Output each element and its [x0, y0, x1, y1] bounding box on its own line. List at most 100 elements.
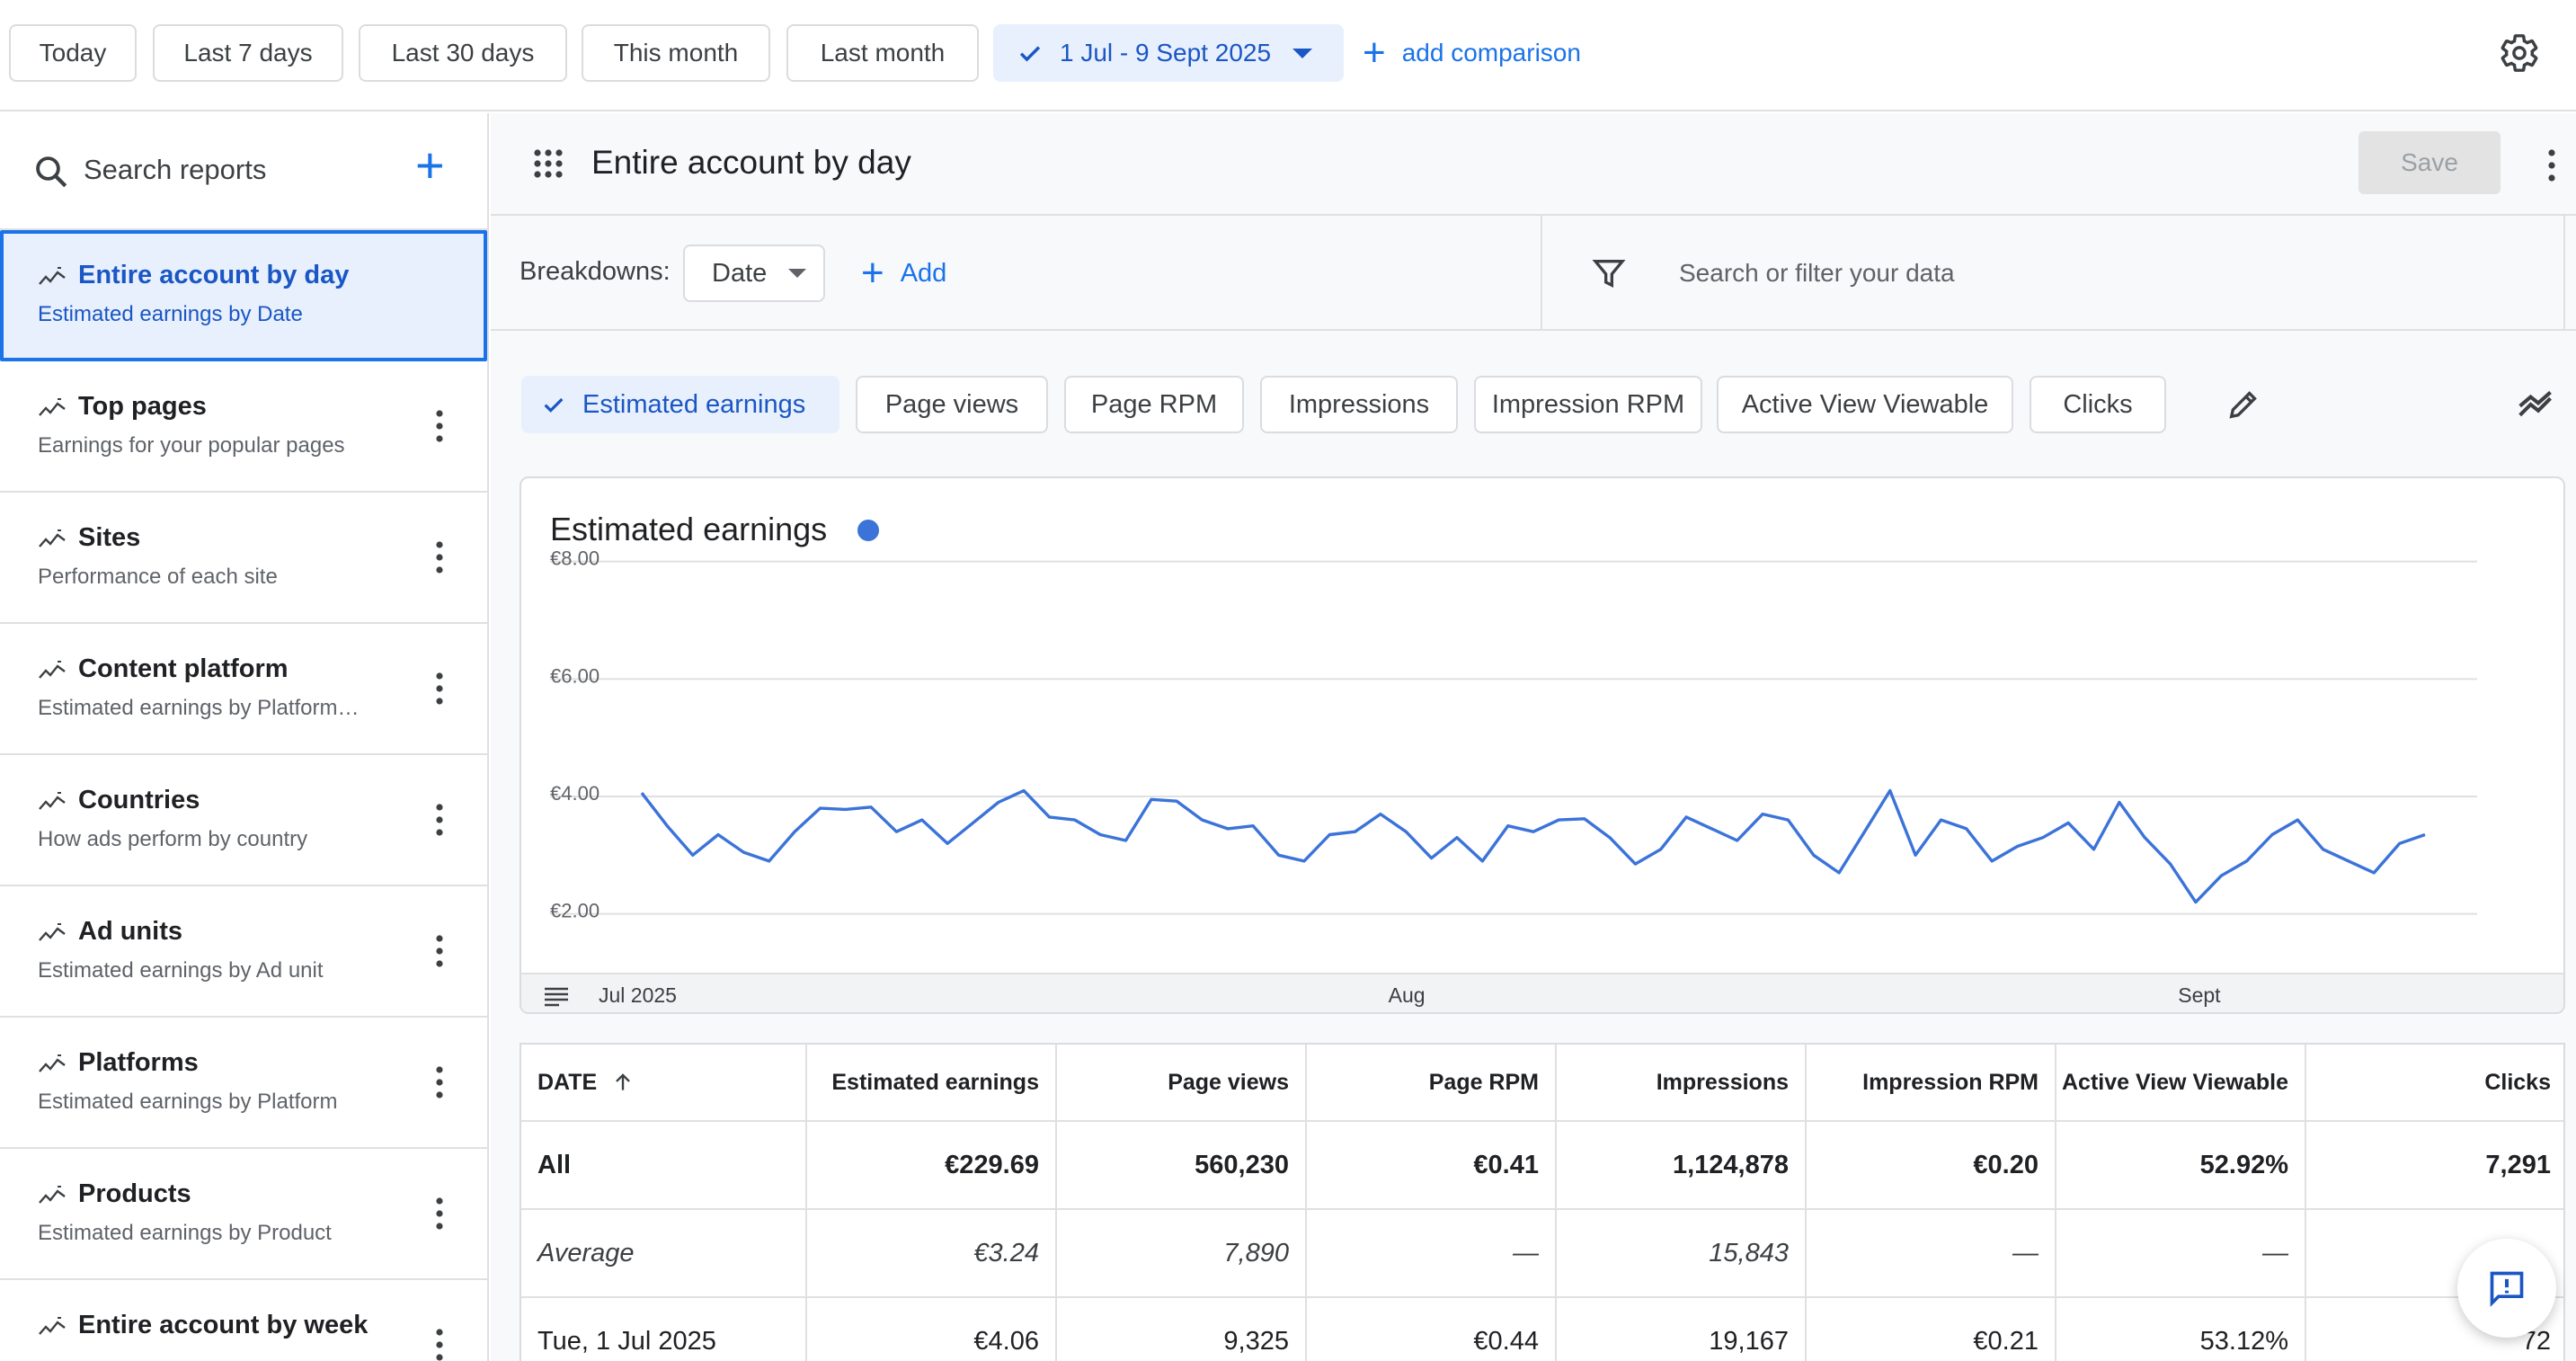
sidebar-item[interactable]: Products Estimated earnings by Product	[0, 1149, 487, 1280]
metric-chip[interactable]: Clicks	[2030, 376, 2166, 433]
more-options-icon[interactable]	[435, 802, 444, 838]
sidebar-item[interactable]: Countries How ads perform by country	[0, 755, 487, 886]
sparkline-icon	[39, 792, 66, 810]
filter-search-input[interactable]: Search or filter your data	[1679, 259, 1955, 288]
x-tick-label: Aug	[1389, 983, 1426, 1007]
y-tick-label: €2.00	[550, 900, 600, 922]
cell-value: 7,890	[1223, 1238, 1289, 1268]
metric-chip-label: Impressions	[1288, 389, 1430, 419]
date-filter-last-7-days[interactable]: Last 7 days	[153, 24, 343, 82]
table-cell: 19,167	[1557, 1298, 1807, 1361]
metric-chip[interactable]: Impression RPM	[1474, 376, 1702, 433]
sidebar-item[interactable]: Ad units Estimated earnings by Ad unit	[0, 886, 487, 1018]
more-options-icon[interactable]	[435, 1327, 444, 1361]
cell-value: —	[2262, 1238, 2288, 1268]
sidebar-item-subtitle: Earnings for your popular pages	[38, 433, 345, 458]
sidebar-item-subtitle: Estimated earnings by Platform…	[38, 696, 360, 720]
table-header: DATE Estimated earnings Page views Page RPM…	[521, 1045, 2563, 1122]
more-options-icon[interactable]	[435, 408, 444, 444]
metric-chip[interactable]: Estimated earnings	[521, 376, 839, 433]
feedback-button[interactable]	[2457, 1239, 2556, 1338]
metric-chip[interactable]: Active View Viewable	[1717, 376, 2013, 433]
date-filter-last-month[interactable]: Last month	[786, 24, 979, 82]
sidebar-item[interactable]: Content platform Estimated earnings by Pl…	[0, 624, 487, 755]
gear-icon[interactable]	[2499, 32, 2540, 74]
more-options-icon[interactable]	[435, 539, 444, 575]
sparkline-icon	[39, 529, 66, 547]
more-options-icon[interactable]	[435, 933, 444, 969]
more-options-icon[interactable]	[435, 1196, 444, 1232]
apps-grid-icon[interactable]	[532, 147, 564, 180]
column-header-label: Clicks	[2484, 1069, 2551, 1095]
column-header[interactable]: Impression RPM	[1807, 1045, 2056, 1120]
date-filter-today[interactable]: Today	[9, 24, 137, 82]
metric-chip[interactable]: Impressions	[1260, 376, 1458, 433]
report-header: Entire account by day Save	[491, 113, 2576, 216]
sidebar-item[interactable]: Entire account by day Estimated earnings …	[0, 230, 487, 361]
cell-value: 19,167	[1709, 1326, 1789, 1356]
sidebar-item-subtitle: Performance of each site	[38, 565, 278, 589]
sidebar-item[interactable]: Platforms Estimated earnings by Platform	[0, 1018, 487, 1149]
column-header-label: Active View Viewable	[2062, 1069, 2288, 1095]
check-icon	[1019, 46, 1041, 62]
metric-chip-label: Page RPM	[1090, 389, 1218, 419]
y-tick-label: €8.00	[550, 547, 600, 570]
column-header[interactable]: Page views	[1057, 1045, 1307, 1120]
earnings-series-line[interactable]	[640, 788, 2426, 904]
table-cell: 7,890	[1057, 1210, 1307, 1296]
date-range-dropdown[interactable]: 1 Jul - 9 Sept 2025	[993, 24, 1344, 82]
column-header[interactable]: Active View Viewable	[2056, 1045, 2306, 1120]
column-header[interactable]: Impressions	[1557, 1045, 1807, 1120]
column-header-label: Page RPM	[1428, 1069, 1539, 1095]
sidebar-item-title: Countries	[78, 786, 200, 814]
metric-chip-label: Active View Viewable	[1741, 389, 1989, 419]
y-tick-label: €6.00	[550, 664, 600, 687]
trend-icon[interactable]	[2518, 388, 2558, 421]
sidebar-item[interactable]: Entire account by week	[0, 1280, 487, 1361]
toolbar-divider	[1541, 216, 1542, 331]
add-comparison-button[interactable]: + add comparison	[1363, 24, 1581, 82]
column-header[interactable]: Estimated earnings	[807, 1045, 1057, 1120]
breakdown-dropdown[interactable]: Date	[683, 245, 825, 302]
add-report-button[interactable]: +	[415, 140, 445, 191]
chevron-down-icon	[788, 269, 807, 278]
add-breakdown-label: Add	[900, 258, 947, 288]
metric-chip[interactable]: Page views	[856, 376, 1048, 433]
column-header-label: Estimated earnings	[831, 1069, 1039, 1095]
column-header[interactable]: Page RPM	[1307, 1045, 1557, 1120]
sparkline-icon	[39, 398, 66, 416]
sort-ascending-icon[interactable]	[611, 1071, 635, 1094]
save-button[interactable]: Save	[2358, 131, 2500, 194]
sidebar-item[interactable]: Top pages Earnings for your popular pages	[0, 361, 487, 493]
table-row: Tue, 1 Jul 2025 €4.06 9,325 €0.44 19,167 €0.2…	[521, 1298, 2563, 1361]
table-cell: 1,124,878	[1557, 1122, 1807, 1208]
table-cell: €4.06	[807, 1298, 1057, 1361]
sidebar-item[interactable]: Sites Performance of each site	[0, 493, 487, 624]
column-header[interactable]: Clicks	[2306, 1045, 2563, 1120]
report-search[interactable]: Search reports +	[0, 113, 487, 230]
column-header[interactable]: DATE	[521, 1045, 807, 1120]
plus-icon: +	[861, 251, 884, 295]
more-options-icon[interactable]	[435, 671, 444, 707]
sidebar-item-title: Platforms	[78, 1048, 199, 1077]
more-options-icon[interactable]	[435, 1064, 444, 1100]
date-filter-last-30-days[interactable]: Last 30 days	[359, 24, 567, 82]
more-options-icon[interactable]	[2547, 147, 2556, 183]
add-breakdown-button[interactable]: + Add	[861, 245, 946, 302]
sidebar-item-subtitle: How ads perform by country	[38, 827, 308, 851]
metric-chip[interactable]: Page RPM	[1064, 376, 1244, 433]
date-filter-this-month[interactable]: This month	[582, 24, 770, 82]
metric-chip-label: Impression RPM	[1491, 389, 1685, 419]
filter-icon[interactable]	[1591, 255, 1627, 291]
reports-sidebar: Search reports + Entire account by day Es…	[0, 113, 489, 1361]
cell-value: 15,843	[1709, 1238, 1789, 1268]
date-range-label: 1 Jul - 9 Sept 2025	[1060, 39, 1272, 67]
table-cell: €229.69	[807, 1122, 1057, 1208]
pencil-icon[interactable]	[2225, 387, 2261, 423]
table-cell: 9,325	[1057, 1298, 1307, 1361]
cell-value: €0.21	[1973, 1326, 2039, 1356]
breakdowns-bar: Breakdowns: Date + Add Search or filter …	[491, 216, 2576, 331]
date-range-toolbar: Today Last 7 days Last 30 days This mont…	[0, 0, 2576, 111]
table-cell: 15,843	[1557, 1210, 1807, 1296]
check-icon	[544, 397, 564, 413]
